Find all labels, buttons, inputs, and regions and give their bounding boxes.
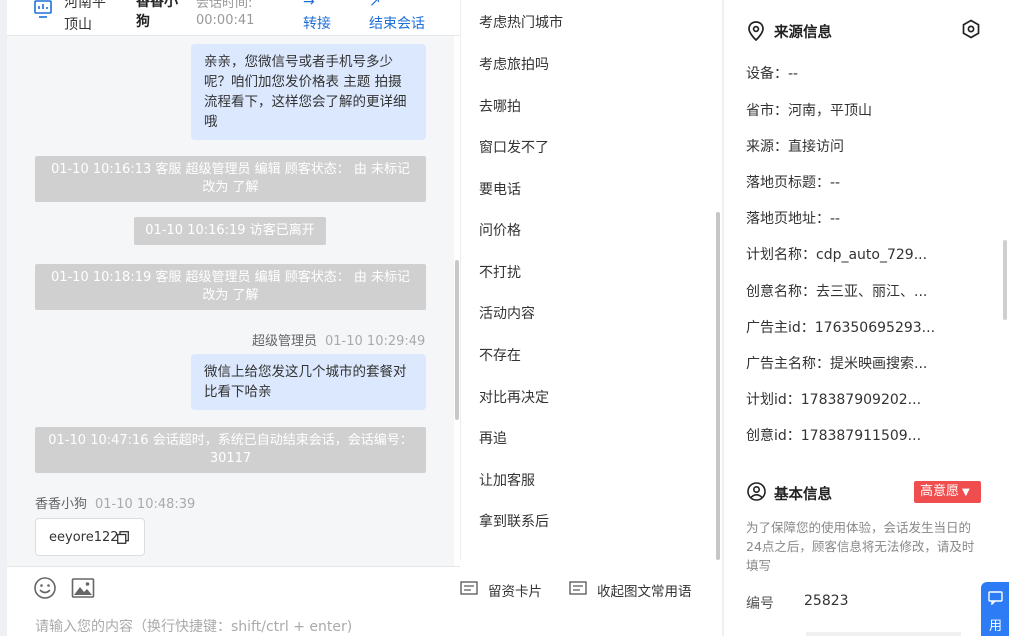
transfer-button[interactable]: 转接: [303, 13, 331, 33]
info-plan-name: 计划名称：cdp_auto_729...: [746, 247, 928, 263]
lead-card-button[interactable]: 留资卡片: [460, 580, 542, 600]
info-landing-url: 落地页地址：--: [746, 211, 841, 227]
chat-header: 河南平顶山 香香小狗 会话时间: 00:00:41 → 转接 ↗ 结束会话: [7, 0, 460, 36]
caret-down-icon: ▼: [962, 487, 970, 498]
agent-sender-line: 超级管理员 01-10 10:29:49: [252, 330, 425, 349]
visitor-sender-line: 香香小狗 01-10 10:48:39: [35, 493, 195, 512]
agent-message: 微信上给您发这几个城市的套餐对比看下哈亲: [191, 354, 426, 410]
card-text: eeyore122: [49, 530, 119, 545]
phrase-item[interactable]: 对比再决定: [479, 387, 549, 407]
card-icon: [569, 581, 587, 595]
visitor-location: 河南平顶山: [64, 0, 106, 33]
image-icon[interactable]: [71, 576, 95, 600]
monitor-icon: [34, 0, 52, 18]
copy-icon[interactable]: [117, 531, 129, 544]
floating-button-label: 用: [989, 619, 1003, 634]
floating-service-button[interactable]: 用: [981, 582, 1009, 636]
phrase-item[interactable]: 让加客服: [479, 470, 535, 490]
message-timestamp: 01-10 10:29:49: [325, 334, 426, 349]
id-value: 25823: [804, 593, 849, 609]
phrase-item[interactable]: 考虑热门城市: [479, 12, 563, 32]
info-advertiser-id: 广告主id：176350695293...: [746, 320, 936, 336]
basic-info-title: 基本信息: [774, 487, 832, 503]
message-timestamp: 01-10 10:48:39: [95, 497, 196, 512]
location-pin-icon: [748, 21, 764, 41]
info-advertiser-name: 广告主名称：提米映画搜索...: [746, 356, 928, 372]
phrase-item[interactable]: 去哪拍: [479, 96, 521, 116]
chat-scrollbar[interactable]: [455, 260, 459, 420]
chat-bubble-icon: [988, 591, 1003, 605]
source-info-title: 来源信息: [774, 25, 832, 41]
chat-toolbar: 留资卡片 收起图文常用语: [7, 566, 692, 606]
quick-phrases-panel: 考虑热门城市 考虑旅拍吗 去哪拍 窗口发不了 要电话 问价格 不打扰 活动内容 …: [460, 0, 722, 560]
info-creative-id: 创意id：178387911509...: [746, 428, 922, 444]
visitor-name: 香香小狗: [136, 0, 178, 30]
transfer-icon[interactable]: →: [303, 0, 315, 10]
info-scrollbar[interactable]: [1003, 240, 1007, 320]
session-time-label: 会话时间:: [196, 0, 253, 11]
intention-label: 高意愿: [920, 484, 960, 499]
phrase-item[interactable]: 活动内容: [479, 303, 535, 323]
collapse-phrases-button[interactable]: 收起图文常用语: [569, 580, 692, 600]
user-circle-icon: [747, 482, 766, 501]
session-duration: 00:00:41: [196, 13, 255, 28]
sender-name: 香香小狗: [35, 497, 88, 512]
system-message: 01-10 10:47:16 会话超时，系统已自动结束会话，会话编号：30117: [35, 427, 426, 473]
sender-name: 超级管理员: [252, 334, 318, 349]
phrase-item[interactable]: 窗口发不了: [479, 137, 549, 157]
phrase-item[interactable]: 再追: [479, 428, 507, 448]
info-device: 设备：--: [746, 66, 799, 82]
smiley-icon[interactable]: [33, 576, 57, 600]
card-icon: [460, 581, 478, 595]
phrase-scrollbar[interactable]: [716, 212, 720, 560]
phrase-item[interactable]: 不存在: [479, 345, 521, 365]
basic-info-note: 为了保障您的使用体验，会话发生当日的24点之后，顾客信息将无法修改，请及时填写: [746, 520, 975, 573]
intention-dropdown[interactable]: 高意愿 ▼: [914, 481, 981, 503]
chat-panel: 河南平顶山 香香小狗 会话时间: 00:00:41 → 转接 ↗ 结束会话 亲亲…: [0, 0, 692, 636]
visitor-message-card[interactable]: eeyore122: [35, 518, 145, 556]
system-message: 01-10 10:16:13 客服 超级管理员 编辑 顾客状态： 由 未标记 改…: [35, 156, 426, 202]
lead-card-label: 留资卡片: [488, 584, 542, 600]
phrase-item[interactable]: 问价格: [479, 220, 521, 240]
info-creative-name: 创意名称：去三亚、丽江、...: [746, 284, 928, 300]
system-message: 01-10 10:18:19 客服 超级管理员 编辑 顾客状态： 由 未标记 改…: [35, 264, 426, 310]
phrase-item[interactable]: 不打扰: [479, 262, 521, 282]
info-landing-title: 落地页标题：--: [746, 175, 841, 191]
agent-message: 亲亲，您微信号或者手机号多少呢？咱们加您发价格表 主题 拍摄流程看下，这样您会了…: [191, 44, 426, 140]
left-strip: [0, 0, 7, 636]
message-list[interactable]: 亲亲，您微信号或者手机号多少呢？咱们加您发价格表 主题 拍摄流程看下，这样您会了…: [7, 36, 454, 566]
phrase-item[interactable]: 要电话: [479, 179, 521, 199]
phrase-item[interactable]: 考虑旅拍吗: [479, 54, 549, 74]
phrase-item[interactable]: 拿到联系后: [479, 511, 549, 531]
end-session-button[interactable]: 结束会话: [369, 13, 425, 33]
info-city: 省市：河南，平顶山: [746, 103, 872, 119]
bottom-divider: [806, 632, 961, 636]
info-plan-id: 计划id：178387909202...: [746, 392, 922, 408]
collapse-phrases-label: 收起图文常用语: [597, 584, 692, 600]
settings-icon[interactable]: [961, 19, 981, 39]
system-message: 01-10 10:16:19 访客已离开: [134, 217, 326, 245]
exit-icon[interactable]: ↗: [369, 0, 381, 10]
chat-input[interactable]: 请输入您的内容（换行快捷键：shift/ctrl + enter): [35, 616, 352, 636]
info-source: 来源：直接访问: [746, 139, 844, 155]
id-label: 编号: [746, 596, 774, 612]
